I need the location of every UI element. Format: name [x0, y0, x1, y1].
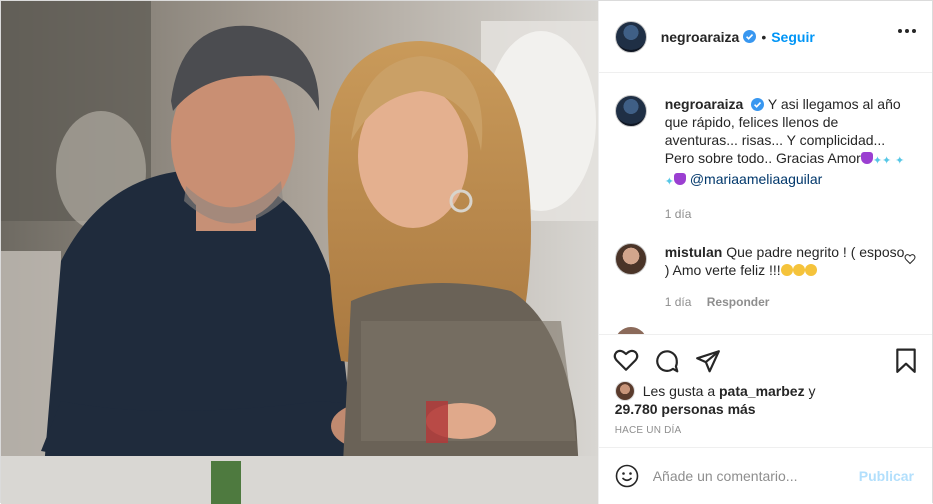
couple-photo-illustration: [1, 1, 598, 504]
reply-button[interactable]: Responder: [707, 295, 770, 309]
more-options-icon[interactable]: [898, 29, 916, 33]
add-comment-bar: Publicar: [598, 447, 932, 504]
comment-like-heart-icon[interactable]: [904, 253, 916, 265]
smiley-icon[interactable]: [615, 464, 639, 488]
smiling-face-emoji-icon: [792, 264, 805, 276]
bookmark-icon[interactable]: [894, 348, 918, 374]
next-commenter-avatar[interactable]: [614, 327, 647, 334]
post-sidebar: negroaraiza • Seguir negroaraiza Y asi l…: [597, 1, 932, 504]
verified-badge-icon: [751, 98, 765, 111]
purple-heart-emoji-icon: [673, 173, 686, 185]
next-comment-peek: [614, 327, 915, 334]
action-bar: [598, 334, 932, 384]
commenter-username[interactable]: mistulan: [665, 244, 723, 260]
caption-author-avatar[interactable]: [614, 95, 647, 127]
caption-meta: 1 día: [665, 205, 905, 223]
sparkles-emoji-icon: ✦: [872, 155, 883, 167]
likes-prefix: Les gusta a: [642, 383, 716, 399]
post-photo[interactable]: [1, 1, 598, 504]
add-comment-input[interactable]: [652, 468, 843, 484]
caption-time[interactable]: 1 día: [665, 207, 692, 221]
smiling-face-emoji-icon: [804, 264, 817, 276]
liker-username[interactable]: pata_marbez: [719, 383, 805, 399]
follow-button[interactable]: Seguir: [771, 29, 815, 45]
likes-summary: Les gusta a pata_marbez y 29.780 persona…: [614, 381, 915, 421]
verified-badge-icon: [743, 30, 757, 43]
caption-username[interactable]: negroaraiza: [665, 96, 744, 112]
likes-count[interactable]: 29.780 personas más: [615, 401, 756, 417]
comment-bubble-icon[interactable]: [654, 348, 680, 374]
separator-dot: •: [761, 28, 767, 45]
sparkles-emoji-icon: ✦: [664, 176, 674, 188]
comment-time[interactable]: 1 día: [665, 295, 692, 309]
comment-meta: 1 día Responder: [665, 293, 905, 311]
comment-item: mistulan Que padre negrito ! ( esposo ) …: [614, 243, 916, 311]
author-avatar[interactable]: [614, 20, 647, 53]
likes-line: Les gusta a pata_marbez y: [643, 383, 816, 399]
author-username[interactable]: negroaraiza: [661, 29, 740, 45]
sparkles-emoji-icon: ✦: [895, 155, 905, 167]
smiling-face-emoji-icon: [780, 264, 793, 276]
liker-avatar[interactable]: [614, 381, 635, 401]
publish-button[interactable]: Publicar: [859, 468, 914, 484]
post-timestamp[interactable]: Hace un día: [615, 425, 682, 436]
post-header: negroaraiza • Seguir: [598, 1, 932, 73]
caption-comment: negroaraiza Y asi llegamos al año que rá…: [614, 95, 916, 223]
sparkles-emoji-icon: ✦: [882, 155, 892, 167]
purple-heart-emoji-icon: [860, 152, 873, 164]
caption-mention-link[interactable]: @mariaameliaaguilar: [690, 171, 823, 187]
post-modal: negroaraiza • Seguir negroaraiza Y asi l…: [0, 0, 933, 504]
likes-conj: y: [808, 383, 816, 399]
heart-icon[interactable]: [613, 348, 639, 372]
paper-plane-icon[interactable]: [695, 348, 721, 374]
commenter-avatar[interactable]: [614, 243, 647, 275]
comments-list[interactable]: negroaraiza Y asi llegamos al año que rá…: [599, 74, 932, 334]
